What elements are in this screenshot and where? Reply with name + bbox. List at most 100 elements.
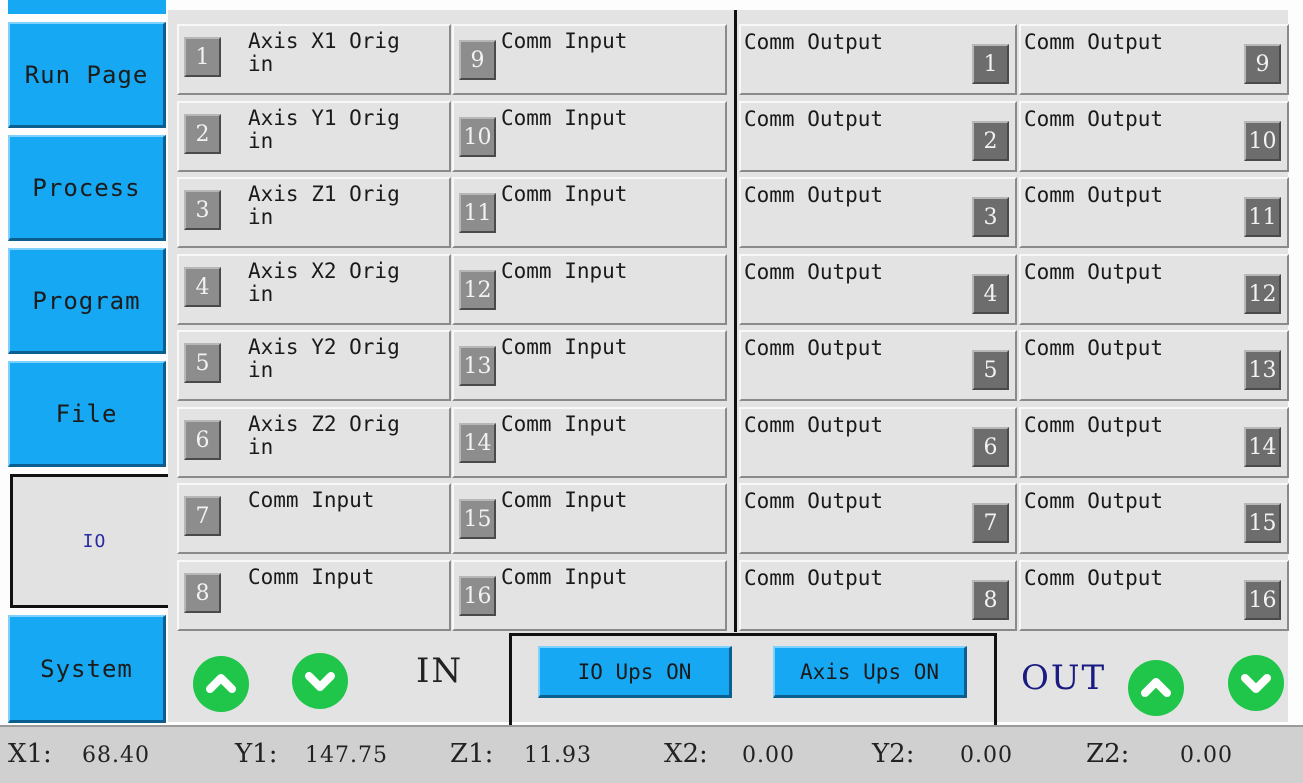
chevron-down-icon	[1241, 674, 1271, 693]
input-indicator: 4	[184, 267, 221, 307]
output-indicator: 2	[972, 121, 1009, 161]
input-cell-11: 11 Comm Input	[452, 177, 727, 248]
input-cell-3: 3 Axis Z1 Orig in	[177, 177, 451, 248]
input-cell-8: 8 Comm Input	[177, 560, 451, 631]
input-label: Comm Input	[248, 488, 375, 512]
input-label: Comm Input	[501, 106, 628, 130]
y2-key: Y2:	[872, 739, 915, 769]
output-cell-3: 3 Comm Output	[739, 177, 1017, 248]
z2-value: 0.00	[1180, 743, 1233, 768]
x1-value: 68.40	[82, 743, 150, 768]
output-cell-14: 14 Comm Output	[1019, 407, 1289, 478]
output-cell-16: 16 Comm Output	[1019, 560, 1289, 631]
output-label: Comm Output	[744, 336, 884, 360]
nav-io-tab[interactable]: IO	[10, 474, 176, 608]
nav-system-button[interactable]: System	[8, 615, 166, 723]
input-indicator: 13	[459, 346, 496, 386]
chevron-up-icon	[206, 674, 236, 693]
input-cell-6: 6 Axis Z2 Orig in	[177, 407, 451, 478]
input-label: Comm Input	[501, 488, 628, 512]
io-ups-toggle-button[interactable]: IO Ups ON	[538, 646, 732, 698]
input-cell-5: 5 Axis Y2 Orig in	[177, 330, 451, 401]
axis-ups-toggle-button[interactable]: Axis Ups ON	[773, 646, 967, 698]
y2-value: 0.00	[960, 743, 1013, 768]
input-cell-10: 10 Comm Input	[452, 101, 727, 172]
input-label: Axis Y2 Orig in	[248, 335, 400, 382]
nav-program-button[interactable]: Program	[8, 248, 166, 354]
output-label: Comm Output	[1024, 566, 1164, 590]
input-indicator: 16	[459, 576, 496, 616]
output-label: Comm Output	[1024, 30, 1164, 54]
input-indicator: 10	[459, 117, 496, 157]
input-label: Comm Input	[501, 29, 628, 53]
x2-value: 0.00	[742, 743, 795, 768]
input-cell-1: 1 Axis X1 Orig in	[177, 24, 451, 95]
z2-key: Z2:	[1086, 739, 1130, 769]
output-indicator: 14	[1244, 427, 1281, 467]
output-cell-1: 1 Comm Output	[739, 24, 1017, 95]
input-label: Axis Y1 Orig in	[248, 106, 400, 153]
z1-value: 11.93	[524, 743, 592, 768]
output-label: Comm Output	[1024, 413, 1164, 437]
input-cell-15: 15 Comm Input	[452, 483, 727, 554]
input-label: Axis Z2 Orig in	[248, 412, 400, 459]
nav-run-page-button[interactable]: Run Page	[8, 22, 166, 128]
input-label: Comm Input	[248, 565, 375, 589]
input-indicator: 14	[459, 423, 496, 463]
output-indicator: 15	[1244, 503, 1281, 543]
output-indicator: 4	[972, 274, 1009, 314]
nav-file-button[interactable]: File	[8, 361, 166, 467]
output-cell-7: 7 Comm Output	[739, 483, 1017, 554]
nav-process-button[interactable]: Process	[8, 135, 166, 241]
output-indicator: 5	[972, 350, 1009, 390]
input-label: Comm Input	[501, 412, 628, 436]
input-indicator: 6	[184, 420, 221, 460]
input-label: Comm Input	[501, 259, 628, 283]
output-indicator: 1	[972, 44, 1009, 84]
output-label: Comm Output	[1024, 107, 1164, 131]
output-label: Comm Output	[744, 566, 884, 590]
in-scroll-down-button[interactable]	[292, 653, 348, 709]
output-label: Comm Output	[1024, 183, 1164, 207]
input-indicator: 3	[184, 190, 221, 230]
output-indicator: 16	[1244, 580, 1281, 620]
x1-key: X1:	[8, 739, 52, 769]
in-label: IN	[416, 651, 464, 691]
input-label: Comm Input	[501, 335, 628, 359]
output-label: Comm Output	[1024, 489, 1164, 513]
output-indicator: 3	[972, 197, 1009, 237]
output-cell-2: 2 Comm Output	[739, 101, 1017, 172]
input-indicator: 8	[184, 573, 221, 613]
input-indicator: 15	[459, 499, 496, 539]
chevron-up-icon	[1141, 678, 1171, 697]
input-cell-7: 7 Comm Input	[177, 483, 451, 554]
input-cell-16: 16 Comm Input	[452, 560, 727, 631]
output-cell-6: 6 Comm Output	[739, 407, 1017, 478]
input-cell-2: 2 Axis Y1 Orig in	[177, 101, 451, 172]
output-label: Comm Output	[744, 183, 884, 207]
y1-key: Y1:	[235, 739, 278, 769]
z1-key: Z1:	[450, 739, 494, 769]
out-scroll-down-button[interactable]	[1228, 655, 1284, 711]
in-scroll-up-button[interactable]	[193, 656, 249, 712]
input-indicator: 11	[459, 193, 496, 233]
input-indicator: 9	[459, 40, 496, 80]
x2-key: X2:	[664, 739, 708, 769]
output-cell-5: 5 Comm Output	[739, 330, 1017, 401]
chevron-down-icon	[305, 672, 335, 691]
output-cell-10: 10 Comm Output	[1019, 101, 1289, 172]
output-label: Comm Output	[1024, 336, 1164, 360]
output-indicator: 9	[1244, 44, 1281, 84]
in-out-divider	[734, 10, 737, 632]
output-cell-12: 12 Comm Output	[1019, 254, 1289, 325]
app-window: Run Page Process Program File IO System …	[0, 0, 1303, 783]
output-label: Comm Output	[1024, 260, 1164, 284]
output-label: Comm Output	[744, 260, 884, 284]
input-label: Axis X2 Orig in	[248, 259, 400, 306]
output-cell-15: 15 Comm Output	[1019, 483, 1289, 554]
out-scroll-up-button[interactable]	[1128, 660, 1184, 716]
y1-value: 147.75	[305, 743, 388, 768]
input-label: Axis Z1 Orig in	[248, 182, 400, 229]
output-indicator: 8	[972, 580, 1009, 620]
output-label: Comm Output	[744, 107, 884, 131]
